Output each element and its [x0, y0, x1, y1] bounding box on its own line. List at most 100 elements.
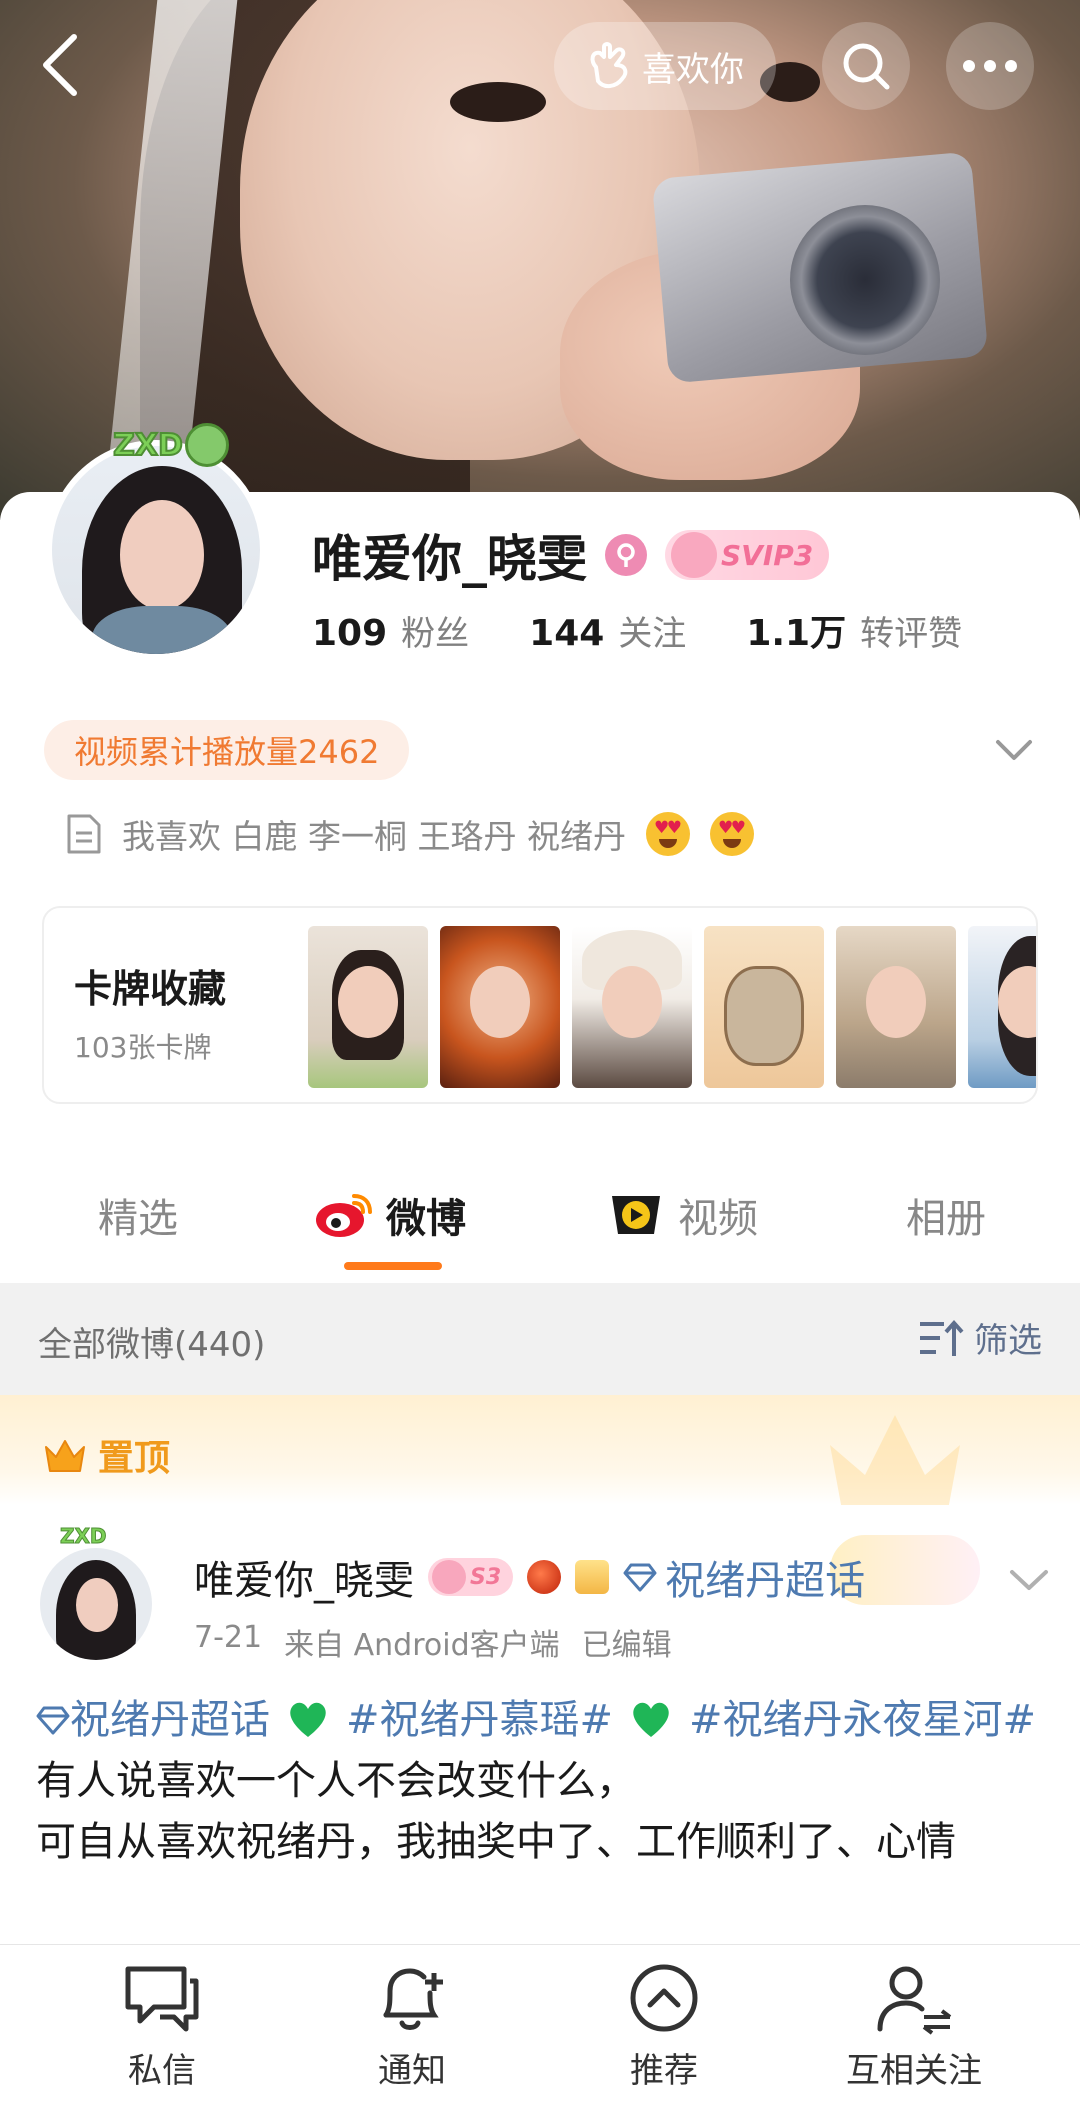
- tab-album[interactable]: 相册: [906, 1150, 986, 1280]
- post-author-name[interactable]: 唯爱你_晓雯: [194, 1548, 414, 1606]
- card-thumbnail[interactable]: [572, 926, 692, 1088]
- more-button[interactable]: [946, 22, 1034, 110]
- filter-label: 筛选: [974, 1321, 1042, 1361]
- stat-interactions-count: 1.1万: [746, 613, 847, 654]
- filter-button[interactable]: 筛选: [918, 1313, 1042, 1362]
- topic-link[interactable]: #祝绪丹永夜星河#: [689, 1697, 1036, 1743]
- card-thumbnails: [308, 926, 1036, 1088]
- filter-sort-icon: [920, 1319, 964, 1356]
- post-date: 7-21: [194, 1620, 263, 1655]
- heart-eyes-emoji-icon: [709, 812, 754, 856]
- card-thumbnail[interactable]: [440, 926, 560, 1088]
- avatar-body: [92, 606, 232, 654]
- avatar-face: [120, 500, 204, 610]
- topic-link[interactable]: 祝绪丹超话: [70, 1697, 270, 1743]
- mutual-follow-button[interactable]: 互相关注: [814, 1961, 1014, 2092]
- green-heart-icon: [633, 1702, 669, 1737]
- card-collection-title: 卡牌收藏: [74, 967, 227, 1011]
- like-you-button[interactable]: 喜欢你: [554, 22, 776, 110]
- chat-icon: [125, 1966, 199, 2032]
- topic-link[interactable]: #祝绪丹慕瑶#: [346, 1697, 613, 1743]
- stat-following[interactable]: 144 关注: [529, 606, 686, 655]
- tab-weibo-label: 微博: [386, 1196, 466, 1242]
- video-play-count-tag[interactable]: 视频累计播放量2462: [44, 720, 410, 780]
- stat-interactions[interactable]: 1.1万 转评赞: [746, 604, 962, 656]
- recommend-button[interactable]: 推荐: [564, 1961, 764, 2092]
- back-button[interactable]: [30, 28, 90, 102]
- pinned-label-group: 置顶: [42, 1429, 170, 1481]
- post-text-line: 有人说喜欢一个人不会改变什么，: [36, 1758, 636, 1804]
- profile-stats: 109 粉丝 144 关注 1.1万 转评赞: [312, 604, 962, 656]
- post-body[interactable]: 祝绪丹超话 #祝绪丹慕瑶# #祝绪丹永夜星河# 有人说喜欢一个人不会改变什么， 可自…: [36, 1690, 1046, 1873]
- hand-heart-icon: [590, 42, 628, 88]
- message-label: 私信: [128, 2051, 196, 2091]
- post-edited: 已编辑: [581, 1628, 672, 1663]
- chevron-up-circle-icon: [630, 1964, 698, 2032]
- chevron-down-icon[interactable]: [1006, 1560, 1052, 1600]
- pinned-label: 置顶: [98, 1438, 171, 1479]
- envelope-icon: [575, 1560, 610, 1594]
- chevron-left-icon: [43, 34, 77, 96]
- stat-followers-count: 109: [312, 613, 388, 654]
- rooster-icon: [527, 1560, 562, 1594]
- search-button[interactable]: [822, 22, 910, 110]
- card-thumbnail[interactable]: [704, 926, 824, 1088]
- recommend-label: 推荐: [630, 2051, 698, 2091]
- document-icon: [67, 814, 101, 854]
- cover-camera-lens: [790, 205, 940, 355]
- bio-text: 我喜欢 白鹿 李一桐 王珞丹 祝绪丹: [122, 817, 626, 856]
- post-topics: 祝绪丹超话 #祝绪丹慕瑶# #祝绪丹永夜星河#: [36, 1690, 1046, 1751]
- profile-name: 唯爱你_晓雯: [312, 530, 587, 588]
- chevron-down-icon[interactable]: [992, 730, 1036, 770]
- green-heart-icon: [290, 1702, 326, 1737]
- notify-button[interactable]: 通知: [312, 1961, 512, 2092]
- top-bar: 喜欢你: [0, 0, 1080, 140]
- active-tab-indicator: [344, 1262, 442, 1270]
- tab-weibo[interactable]: 微博: [314, 1150, 466, 1280]
- post-avatar-pendant-text: ZXD: [60, 1524, 108, 1549]
- super-topic-link[interactable]: 祝绪丹超话: [623, 1548, 865, 1606]
- post-header: 唯爱你_晓雯 S3 祝绪丹超话: [194, 1548, 865, 1606]
- post-avatar-pendant: ZXD: [60, 1524, 108, 1549]
- profile-tabs: 精选 微博 视频 相册: [0, 1150, 1080, 1280]
- card-collection[interactable]: 卡牌收藏 103张卡牌: [42, 906, 1038, 1104]
- card-thumbnail[interactable]: [308, 926, 428, 1088]
- female-icon: [605, 534, 647, 576]
- weibo-logo-icon: [316, 1194, 372, 1237]
- level-badge: S3: [428, 1558, 514, 1596]
- profile-name-row: 唯爱你_晓雯 SVIP3: [312, 520, 830, 590]
- profile-avatar[interactable]: ZXD: [46, 423, 266, 660]
- post-source: 来自 Android客户端: [284, 1628, 560, 1663]
- post-text-line: 可自从喜欢祝绪丹，我抽奖中了、工作顺利了、心情: [36, 1819, 956, 1865]
- crown-icon: [45, 1440, 85, 1472]
- notify-label: 通知: [378, 2051, 446, 2091]
- post-meta: 7-21 来自 Android客户端 已编辑: [194, 1620, 672, 1664]
- crown-watermark-icon: [830, 1415, 960, 1505]
- post-avatar-face: [76, 1578, 118, 1632]
- super-topic-label: 祝绪丹超话: [665, 1558, 866, 1604]
- svip-badge[interactable]: SVIP3: [665, 530, 830, 580]
- pinned-banner: 置顶: [0, 1395, 1080, 1505]
- profile-bio: 我喜欢 白鹿 李一桐 王珞丹 祝绪丹: [66, 810, 754, 858]
- mutual-follow-icon: [877, 1966, 952, 2035]
- tab-featured-label: 精选: [98, 1196, 178, 1242]
- avatar-pendant: ZXD: [86, 410, 256, 480]
- feed-count: 全部微博(440): [38, 1325, 266, 1365]
- tab-album-label: 相册: [906, 1196, 986, 1242]
- heart-eyes-emoji-icon: [645, 812, 690, 856]
- tab-video[interactable]: 视频: [606, 1150, 758, 1280]
- mutual-follow-label: 互相关注: [846, 2051, 982, 2091]
- stat-following-count: 144: [529, 613, 605, 654]
- bell-plus-icon: [383, 1968, 443, 2030]
- search-icon: [843, 43, 890, 90]
- card-thumbnail[interactable]: [968, 926, 1036, 1088]
- more-dots-icon: [963, 60, 1017, 72]
- card-thumbnail[interactable]: [836, 926, 956, 1088]
- message-button[interactable]: 私信: [62, 1961, 262, 2092]
- stat-followers[interactable]: 109 粉丝: [312, 606, 469, 655]
- diamond-icon: [36, 1706, 70, 1735]
- tab-video-label: 视频: [678, 1196, 758, 1242]
- tab-featured[interactable]: 精选: [98, 1150, 178, 1280]
- post-author-avatar[interactable]: [40, 1548, 152, 1660]
- like-you-label: 喜欢你: [642, 49, 744, 90]
